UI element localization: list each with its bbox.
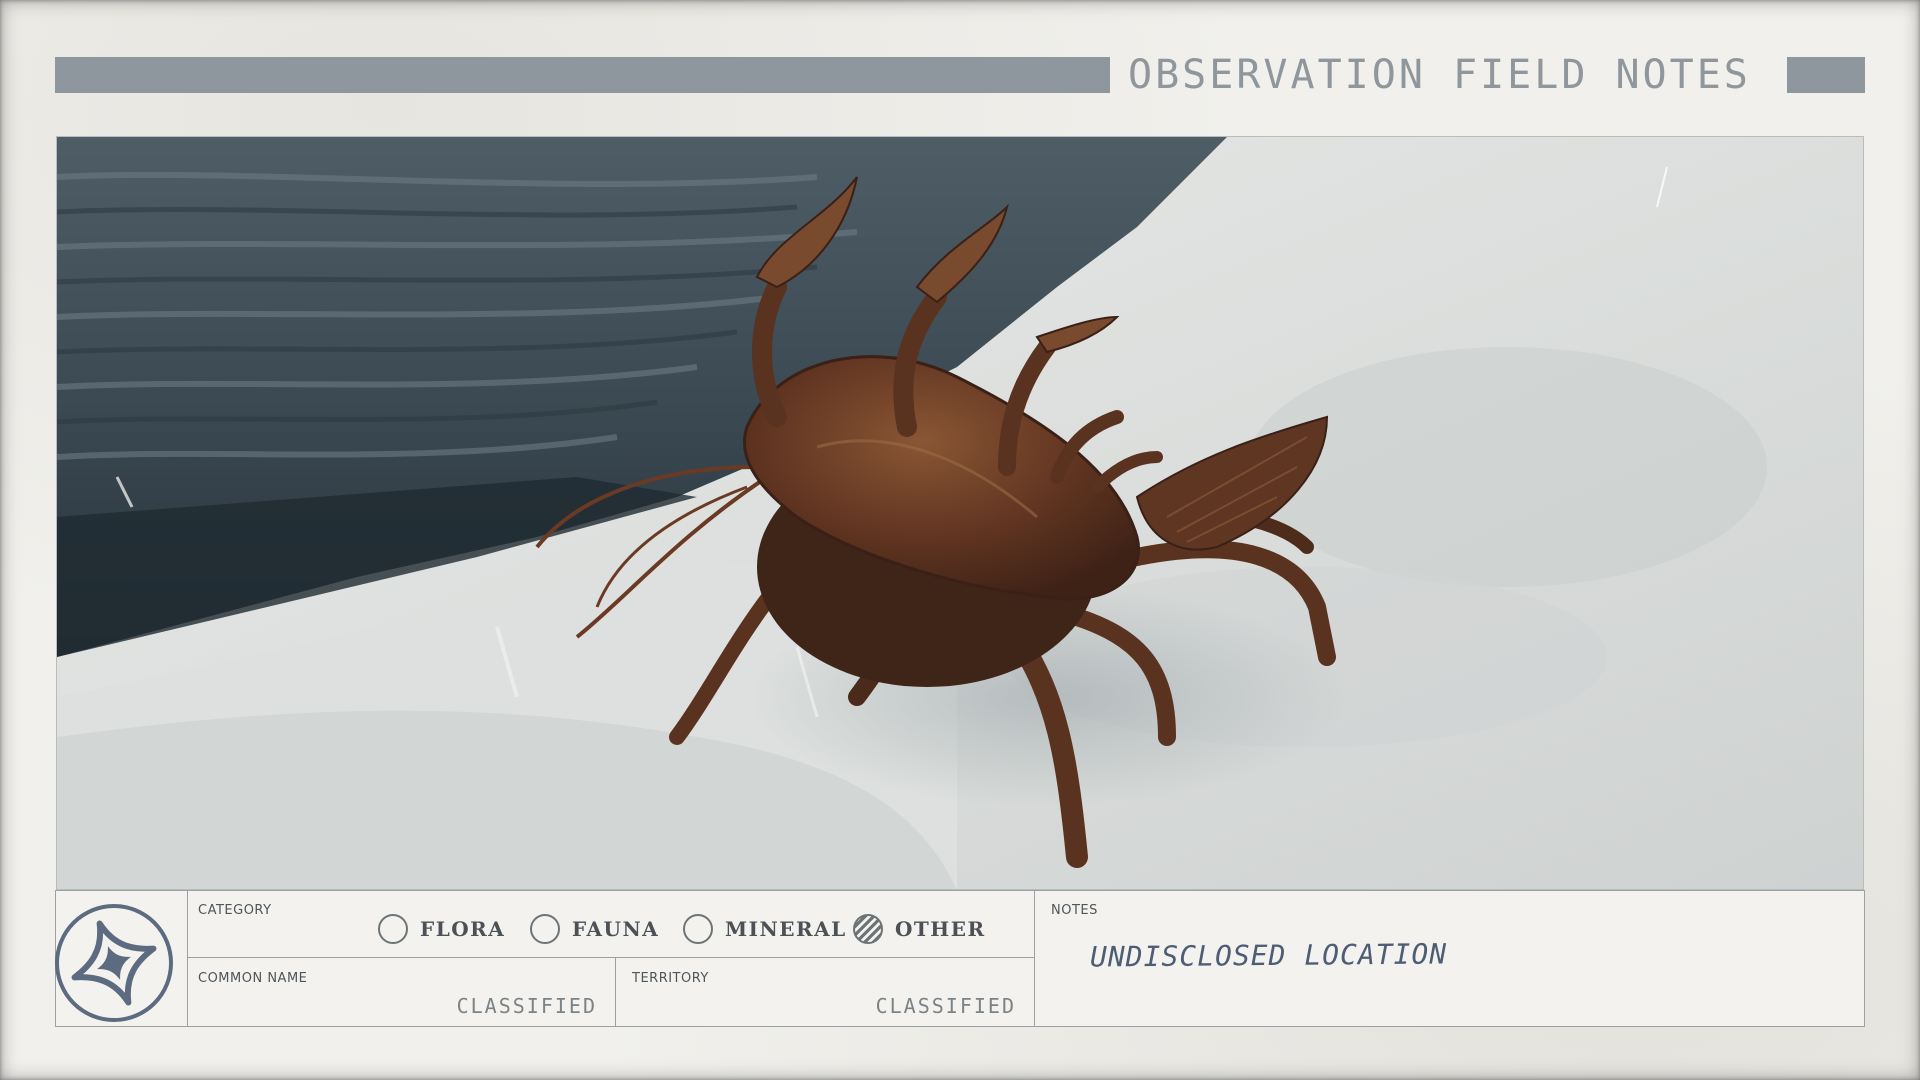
fauna-radio[interactable] xyxy=(530,914,560,944)
emblem-cell xyxy=(55,891,188,1026)
header-bar-left xyxy=(55,57,1110,93)
notes-label: NOTES xyxy=(1051,903,1098,918)
flora-radio[interactable] xyxy=(378,914,408,944)
common-name-label: COMMON NAME xyxy=(198,971,308,986)
category-option-mineral[interactable]: MINERAL xyxy=(683,913,847,945)
category-section: CATEGORY FLORA FAUNA MINERAL OTHER xyxy=(188,891,1035,958)
category-label: CATEGORY xyxy=(198,903,272,918)
mineral-label: MINERAL xyxy=(725,917,847,941)
mineral-radio[interactable] xyxy=(683,914,713,944)
other-label: OTHER xyxy=(895,917,986,941)
header-bar-right xyxy=(1787,57,1865,93)
territory-label: TERRITORY xyxy=(632,971,709,986)
category-option-fauna[interactable]: FAUNA xyxy=(530,913,659,945)
other-radio-selected[interactable] xyxy=(853,914,883,944)
info-panel: CATEGORY FLORA FAUNA MINERAL OTHER COMMO… xyxy=(55,890,1865,1027)
notes-section: NOTES UNDISCLOSED LOCATION xyxy=(1035,891,1864,1026)
compass-star-icon xyxy=(55,904,173,1022)
common-name-value: CLASSIFIED xyxy=(456,994,597,1018)
field-notes-card: OBSERVATION FIELD NOTES CATEGORY FLORA F… xyxy=(0,0,1920,1080)
page-title: OBSERVATION FIELD NOTES xyxy=(1128,52,1751,98)
fauna-label: FAUNA xyxy=(572,917,660,941)
territory-value: CLASSIFIED xyxy=(875,994,1016,1018)
flora-label: FLORA xyxy=(420,917,506,941)
notes-value: UNDISCLOSED LOCATION xyxy=(1089,937,1448,974)
observation-photo xyxy=(56,136,1864,890)
category-option-flora[interactable]: FLORA xyxy=(378,913,505,945)
category-option-other[interactable]: OTHER xyxy=(853,913,986,945)
territory-section: TERRITORY CLASSIFIED xyxy=(616,958,1035,1026)
common-name-section: COMMON NAME CLASSIFIED xyxy=(188,958,616,1026)
